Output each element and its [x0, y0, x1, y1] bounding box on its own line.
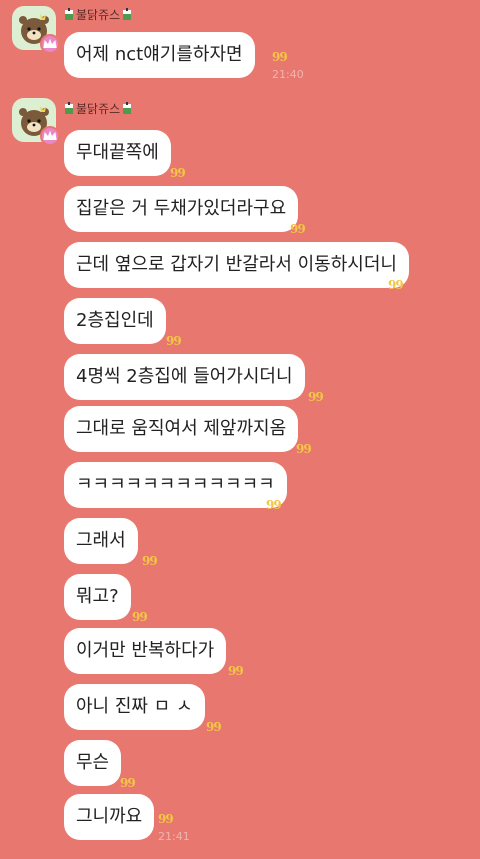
message-bubble[interactable]: 이거만 반복하다가	[64, 628, 227, 674]
juice-box-icon	[123, 8, 132, 20]
juice-box-icon	[65, 8, 73, 20]
unread-mark: 99	[170, 166, 186, 180]
avatar[interactable]	[12, 98, 60, 146]
message-time: 21:40	[272, 68, 304, 81]
crown-icon	[40, 126, 60, 146]
unread-mark: 99	[308, 390, 324, 404]
unread-mark: 99	[388, 278, 404, 292]
message-bubble[interactable]: 2층집인데	[64, 298, 166, 344]
message-bubble[interactable]: 무대끝쪽에	[64, 130, 171, 176]
message-bubble[interactable]: 4명씩 2층집에 들어가시더니	[64, 354, 305, 400]
message-bubble[interactable]: 어제 nct얘기를하자면	[64, 32, 255, 78]
sender-name: 불닭쥬스	[64, 6, 132, 23]
avatar[interactable]	[12, 6, 60, 54]
unread-mark: 99	[272, 50, 288, 64]
message-bubble[interactable]: 근데 옆으로 갑자기 반갈라서 이동하시더니	[64, 242, 409, 288]
unread-mark: 99	[206, 720, 222, 734]
message-bubble[interactable]: 뭐고?	[64, 574, 131, 620]
message-bubble[interactable]: 그대로 움직여서 제앞까지옴	[64, 406, 299, 452]
unread-mark: 99	[132, 610, 148, 624]
unread-mark: 99	[290, 222, 306, 236]
unread-mark: 99	[142, 554, 158, 568]
juice-box-icon	[65, 102, 73, 114]
message-bubble[interactable]: 집같은 거 두채가있더라구요	[64, 186, 299, 232]
sender-name: 불닭쥬스	[64, 100, 132, 117]
unread-mark: 99	[120, 776, 136, 790]
unread-mark: 99	[158, 812, 174, 826]
message-time: 21:41	[158, 830, 190, 843]
crown-icon	[40, 34, 60, 54]
message-bubble[interactable]: 아니 진짜 ㅁ ㅅ	[64, 684, 205, 730]
message-bubble[interactable]: 무슨	[64, 740, 122, 786]
juice-box-icon	[123, 102, 132, 114]
unread-mark: 99	[228, 664, 244, 678]
message-bubble[interactable]: 그니까요	[64, 794, 155, 840]
unread-mark: 99	[166, 334, 182, 348]
unread-mark: 99	[266, 498, 282, 512]
message-bubble[interactable]: ㅋㅋㅋㅋㅋㅋㅋㅋㅋㅋㅋㅋ	[64, 462, 287, 508]
unread-mark: 99	[296, 442, 312, 456]
message-bubble[interactable]: 그래서	[64, 518, 138, 564]
